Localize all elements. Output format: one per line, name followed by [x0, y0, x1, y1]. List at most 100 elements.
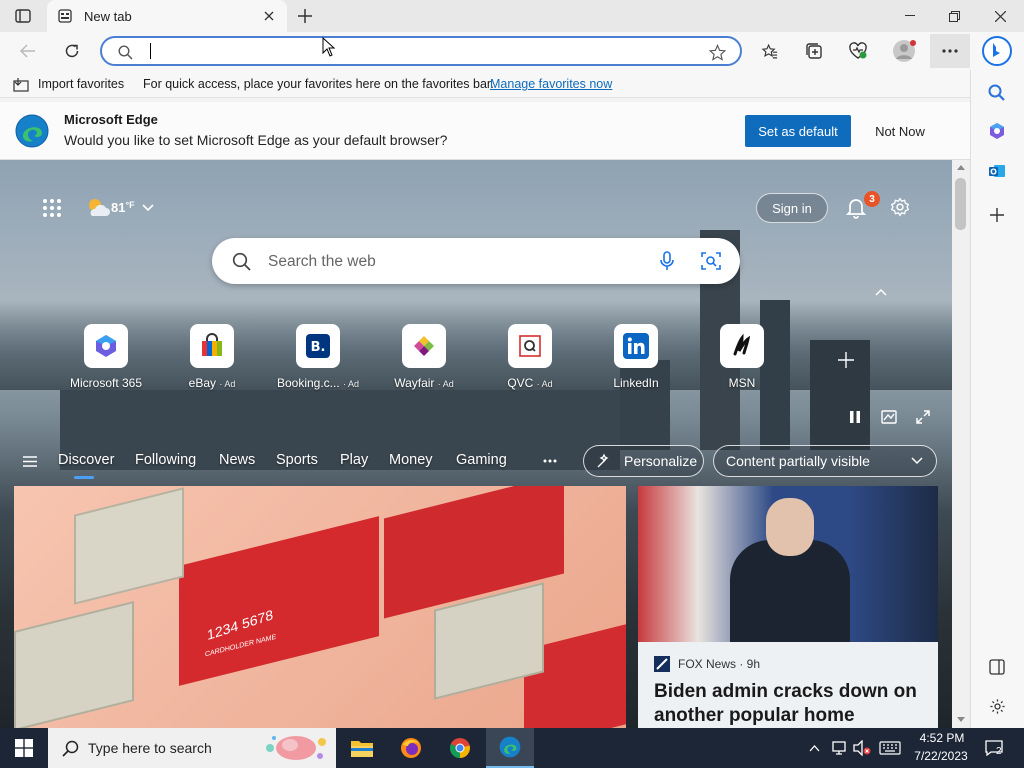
clock-time[interactable]: 4:52 PM	[916, 731, 968, 745]
sidebar-outlook-icon[interactable]: O	[986, 160, 1008, 182]
chevron-down-icon	[910, 455, 924, 467]
quick-link-microsoft365[interactable]: Microsoft 365	[61, 324, 151, 390]
tab-title: New tab	[84, 9, 132, 24]
quick-link-msn[interactable]: MSN	[697, 324, 787, 390]
back-icon[interactable]	[16, 40, 40, 62]
not-now-button[interactable]: Not Now	[857, 115, 943, 147]
search-icon	[116, 43, 134, 61]
web-search-input[interactable]: Search the web	[268, 253, 376, 271]
taskbar-search-input[interactable]: Type here to search	[88, 740, 212, 756]
apps-grid-icon[interactable]	[40, 196, 64, 220]
personalize-icon	[595, 452, 613, 470]
chrome-icon[interactable]	[436, 728, 484, 768]
star-icon[interactable]	[707, 42, 727, 62]
weather-temperature[interactable]: 81°F	[111, 200, 135, 215]
refresh-icon[interactable]	[60, 40, 84, 62]
restore-button[interactable]	[940, 4, 968, 28]
clock-date[interactable]: 7/22/2023	[910, 749, 972, 763]
weather-sun-cloud-icon[interactable]	[84, 194, 112, 220]
sidebar-add-icon[interactable]	[986, 204, 1008, 226]
quick-link-ebay[interactable]: eBay · Ad	[167, 324, 257, 390]
quick-link-booking[interactable]: B. Booking.c... · Ad	[273, 324, 363, 390]
news-headline[interactable]: Biden admin cracks down on another popul…	[654, 680, 929, 728]
scroll-down-arrow-icon[interactable]	[956, 714, 966, 724]
wayfair-icon	[402, 324, 446, 368]
weather-unit: °F	[125, 200, 135, 210]
tab-money[interactable]: Money	[389, 452, 433, 468]
personalize-button[interactable]: Personalize	[583, 445, 704, 477]
keyboard-icon[interactable]	[878, 738, 902, 758]
image-info-icon[interactable]	[880, 408, 898, 426]
svg-text:O: O	[990, 168, 997, 177]
microphone-icon[interactable]	[656, 250, 678, 272]
search-highlight-icon[interactable]	[260, 732, 332, 764]
import-favorites-link[interactable]: Import favorites	[38, 77, 124, 91]
more-tabs-icon[interactable]	[540, 456, 560, 466]
tab-gaming[interactable]: Gaming	[456, 452, 507, 468]
add-quick-link-icon[interactable]	[836, 350, 856, 370]
profile-avatar[interactable]	[890, 38, 918, 64]
new-tab-button[interactable]	[292, 4, 318, 28]
favorites-icon[interactable]	[758, 40, 782, 62]
sidebar-hide-icon[interactable]	[986, 656, 1008, 678]
quick-link-wayfair[interactable]: Wayfair · Ad	[379, 324, 469, 390]
quick-link-qvc[interactable]: QVC · Ad	[485, 324, 575, 390]
ad-marker: · Ad	[536, 379, 553, 389]
tab-sports[interactable]: Sports	[276, 452, 318, 468]
bing-copilot-icon[interactable]	[980, 34, 1014, 68]
ebay-bag-icon	[190, 324, 234, 368]
network-icon[interactable]	[830, 738, 850, 758]
page-scrollbar[interactable]	[952, 160, 970, 728]
quick-link-linkedin[interactable]: LinkedIn	[591, 324, 681, 390]
booking-icon: B.	[296, 324, 340, 368]
volume-muted-icon[interactable]	[852, 738, 872, 758]
settings-more-button[interactable]	[930, 34, 970, 68]
sidebar-office-icon[interactable]	[986, 120, 1008, 142]
tab-news[interactable]: News	[219, 452, 255, 468]
feed-menu-icon[interactable]	[20, 452, 40, 470]
address-bar[interactable]	[100, 36, 742, 66]
sign-in-button[interactable]: Sign in	[756, 193, 828, 223]
content-visibility-dropdown[interactable]: Content partially visible	[713, 445, 937, 477]
minimize-button[interactable]	[896, 4, 924, 28]
text-caret	[150, 43, 151, 59]
visual-search-icon[interactable]	[700, 250, 722, 272]
file-explorer-icon[interactable]	[338, 728, 386, 768]
collections-icon[interactable]	[802, 40, 826, 62]
chevron-down-icon[interactable]	[140, 200, 156, 216]
sidebar-settings-icon[interactable]	[986, 695, 1008, 717]
tab-discover[interactable]: Discover	[58, 452, 114, 468]
close-tab-icon[interactable]	[261, 8, 277, 24]
web-search-box[interactable]: Search the web	[212, 238, 740, 284]
start-windows-icon[interactable]	[0, 728, 48, 768]
tab-following[interactable]: Following	[135, 452, 196, 468]
page-settings-gear-icon[interactable]	[888, 195, 912, 219]
edge-taskbar-icon[interactable]	[486, 728, 534, 768]
scroll-thumb[interactable]	[955, 178, 966, 230]
tray-chevron-up-icon[interactable]	[806, 740, 822, 756]
tab-actions-icon[interactable]	[12, 6, 34, 26]
linkedin-icon	[614, 324, 658, 368]
browser-essentials-icon[interactable]	[846, 40, 870, 62]
notification-badge: 3	[864, 191, 880, 207]
search-icon	[60, 738, 80, 758]
tab-play[interactable]: Play	[340, 452, 368, 468]
close-window-button[interactable]	[986, 4, 1014, 28]
newtab-icon	[57, 8, 73, 24]
active-tab-indicator	[74, 476, 94, 479]
notification-center-icon[interactable]	[982, 738, 1006, 758]
collapse-chevron-up-icon[interactable]	[872, 284, 890, 300]
scroll-up-arrow-icon[interactable]	[956, 162, 966, 172]
manage-favorites-link[interactable]: Manage favorites now	[490, 77, 612, 91]
expand-icon[interactable]	[914, 408, 932, 426]
news-text-panel: FOX News · 9h Biden admin cracks down on…	[638, 642, 938, 728]
set-default-button[interactable]: Set as default	[745, 115, 851, 147]
feed-card-news[interactable]: FOX News · 9h Biden admin cracks down on…	[638, 486, 938, 728]
taskbar-search-box[interactable]: Type here to search	[48, 728, 336, 768]
sidebar-search-icon[interactable]	[986, 82, 1008, 104]
edge-logo-icon	[14, 113, 50, 149]
tab-new-tab[interactable]: New tab	[47, 0, 287, 32]
firefox-icon[interactable]	[387, 728, 435, 768]
feed-card-main[interactable]: 1234 5678 CARDHOLDER NAME	[14, 486, 626, 728]
pause-background-icon[interactable]	[846, 408, 864, 426]
